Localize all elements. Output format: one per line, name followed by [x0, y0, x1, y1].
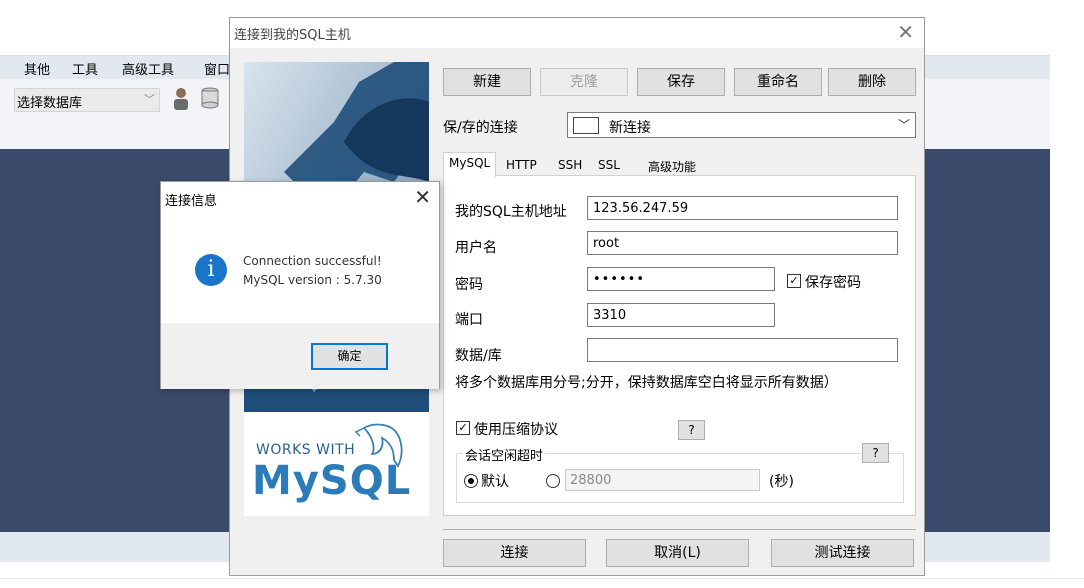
timeout-default-radio[interactable]	[464, 474, 478, 488]
password-input[interactable]	[587, 267, 775, 291]
menu-item-tools[interactable]: 工具	[72, 59, 98, 78]
close-icon[interactable]: ✕	[897, 21, 914, 43]
compression-checkbox[interactable]: ✓	[456, 421, 470, 435]
tab-ssl[interactable]: SSL	[592, 154, 626, 176]
user-input[interactable]	[587, 231, 898, 255]
compression-label: 使用压缩协议	[474, 422, 558, 438]
connection-info-dialog: 连接信息 ✕ i Connection successful! MySQL ve…	[160, 181, 440, 389]
database-label: 数据/库	[455, 348, 502, 364]
timeout-unit: (秒)	[769, 474, 794, 490]
tab-advanced[interactable]: 高级功能	[642, 154, 703, 176]
saved-connection-select[interactable]: 新连接 ﹀	[567, 112, 916, 138]
session-timeout-label: 会话空闲超时	[463, 445, 546, 464]
app-right-edge	[1050, 55, 1084, 562]
connection-color-swatch	[573, 117, 599, 134]
timeout-custom-radio[interactable]	[546, 474, 560, 488]
ok-button[interactable]: 确定	[311, 343, 388, 370]
save-password-checkbox[interactable]: ✓	[787, 274, 801, 288]
host-input[interactable]	[587, 196, 898, 220]
database-select[interactable]: 选择数据库 ﹀	[14, 88, 160, 112]
save-password-label: 保存密码	[805, 275, 861, 291]
saved-connection-label: 保/存的连接	[443, 120, 518, 136]
dialog-title: 连接到我的SQL主机	[234, 28, 351, 43]
chevron-down-icon: ﹀	[144, 93, 155, 106]
timeout-input[interactable]	[565, 469, 760, 491]
divider	[443, 529, 916, 530]
mysql-logo: MySQL	[252, 458, 412, 504]
port-input[interactable]	[587, 303, 775, 327]
close-icon[interactable]: ✕	[414, 185, 431, 209]
password-label: 密码	[455, 277, 483, 293]
rename-button[interactable]: 重命名	[734, 68, 822, 96]
dialog-titlebar: 连接到我的SQL主机 ✕	[230, 18, 924, 48]
menu-item-other[interactable]: 其他	[24, 59, 50, 78]
menu-item-advanced-tools[interactable]: 高级工具	[122, 59, 174, 78]
delete-button[interactable]: 删除	[828, 68, 916, 96]
timeout-help-button[interactable]: ?	[862, 443, 889, 463]
database-hint: 将多个数据库用分号;分开，保持数据库空白将显示所有数据）	[455, 375, 838, 391]
divider	[0, 578, 1084, 579]
clone-button[interactable]: 克隆	[540, 68, 628, 96]
user-label: 用户名	[455, 240, 497, 256]
timeout-default-label: 默认	[481, 474, 509, 490]
test-connection-button[interactable]: 测试连接	[771, 539, 914, 567]
tab-http[interactable]: HTTP	[500, 154, 543, 176]
info-message-line2: MySQL version : 5.7.30	[243, 273, 382, 287]
info-dialog-title: 连接信息	[165, 194, 218, 209]
save-button[interactable]: 保存	[637, 68, 725, 96]
new-button[interactable]: 新建	[443, 68, 531, 96]
tab-mysql[interactable]: MySQL	[443, 152, 497, 177]
info-icon: i	[195, 254, 227, 286]
tab-bar: MySQL HTTP SSH SSL 高级功能	[443, 152, 916, 177]
user-icon[interactable]	[170, 84, 192, 112]
cancel-button[interactable]: 取消(L)	[606, 539, 749, 567]
port-label: 端口	[455, 312, 483, 328]
connect-button[interactable]: 连接	[443, 539, 586, 567]
banner-works-with: WORKS WITH	[256, 442, 356, 458]
info-dialog-footer: 确定	[161, 323, 439, 389]
database-select-label: 选择数据库	[17, 96, 83, 111]
compression-help-button[interactable]: ?	[678, 420, 705, 440]
info-message-line1: Connection successful!	[243, 254, 382, 268]
database-icon[interactable]	[199, 84, 229, 112]
host-label: 我的SQL主机地址	[455, 204, 567, 220]
saved-connection-value: 新连接	[609, 120, 651, 136]
database-input[interactable]	[587, 338, 898, 362]
chevron-down-icon: ﹀	[897, 118, 910, 132]
tab-ssh[interactable]: SSH	[552, 154, 589, 176]
menu-item-window[interactable]: 窗口	[204, 59, 230, 78]
